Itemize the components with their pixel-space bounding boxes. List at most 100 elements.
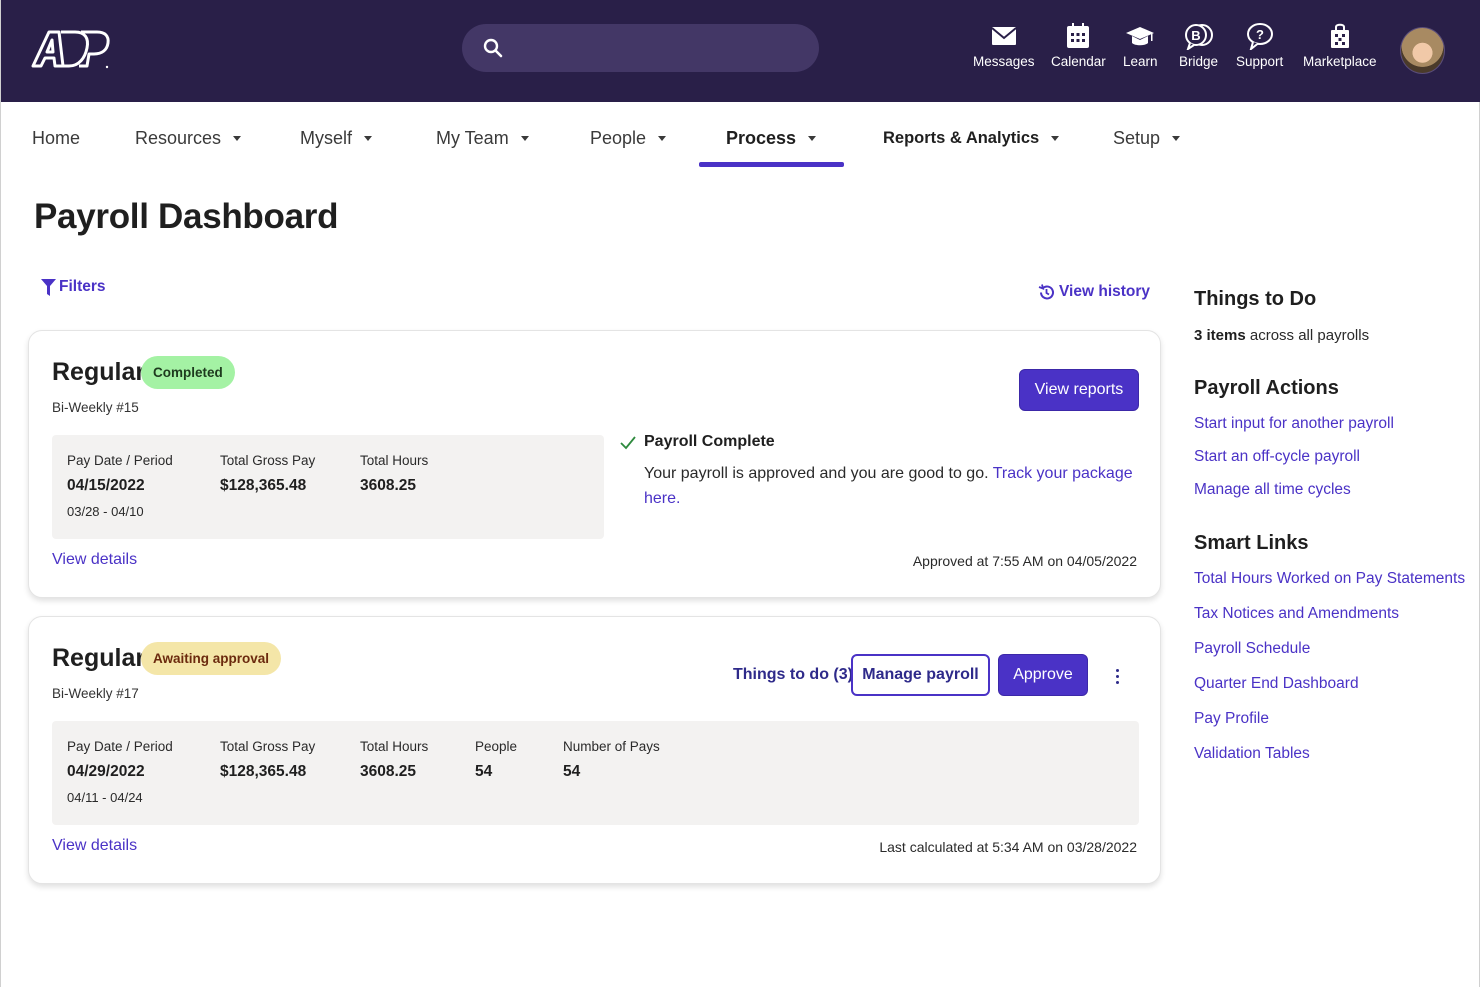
nav-label: My Team bbox=[436, 128, 509, 148]
nav-item-setup[interactable]: Setup bbox=[1113, 128, 1181, 149]
marketplace-label: Marketplace bbox=[1303, 54, 1377, 69]
manage-time-cycles-link[interactable]: Manage all time cycles bbox=[1194, 481, 1351, 499]
stat-number-of-pays: Number of Pays 54 bbox=[563, 739, 660, 781]
manage-payroll-button[interactable]: Manage payroll bbox=[851, 654, 990, 696]
payroll-subtitle: Bi-Weekly #15 bbox=[52, 400, 139, 415]
history-icon bbox=[1038, 283, 1054, 299]
payroll-actions-heading: Payroll Actions bbox=[1194, 377, 1339, 399]
off-cycle-payroll-link[interactable]: Start an off-cycle payroll bbox=[1194, 448, 1360, 466]
search-icon bbox=[483, 38, 503, 58]
graduation-cap-icon bbox=[1126, 27, 1155, 46]
stat-value: 04/29/2022 bbox=[67, 763, 145, 780]
smart-link-total-hours[interactable]: Total Hours Worked on Pay Statements bbox=[1194, 570, 1465, 588]
search-input[interactable] bbox=[462, 24, 819, 72]
nav-item-reports-analytics[interactable]: Reports & Analytics bbox=[883, 129, 1060, 148]
nav-label: People bbox=[590, 128, 647, 148]
more-options-icon[interactable] bbox=[1111, 665, 1123, 687]
nav-item-process[interactable]: Process bbox=[726, 128, 817, 149]
stat-label: Pay Date / Period bbox=[67, 453, 173, 468]
checkmark-icon bbox=[620, 436, 636, 450]
support-label: Support bbox=[1236, 54, 1284, 69]
nav-item-people[interactable]: People bbox=[590, 128, 667, 149]
things-to-do-link[interactable]: Things to do (3) bbox=[733, 666, 853, 684]
filters-label: Filters bbox=[59, 278, 106, 295]
message-title: Payroll Complete bbox=[644, 433, 775, 450]
svg-text:?: ? bbox=[1256, 27, 1264, 42]
view-reports-button[interactable]: View reports bbox=[1019, 369, 1139, 411]
things-suffix: across all payrolls bbox=[1245, 327, 1370, 344]
nav-label: Home bbox=[32, 128, 81, 148]
view-history-link[interactable]: View history bbox=[1038, 283, 1150, 301]
approve-button[interactable]: Approve bbox=[998, 654, 1088, 696]
smart-link-pay-profile[interactable]: Pay Profile bbox=[1194, 710, 1269, 728]
view-details-link[interactable]: View details bbox=[52, 837, 137, 855]
calendar-button[interactable]: Calendar bbox=[1051, 22, 1106, 69]
question-bubble-icon: ? bbox=[1246, 23, 1273, 50]
stat-pay-date: Pay Date / Period 04/29/2022 04/11 - 04/… bbox=[67, 739, 173, 805]
main-nav: Home Resources Myself My Team People Pro… bbox=[1, 102, 1480, 170]
status-badge: Awaiting approval bbox=[141, 642, 282, 675]
stat-gross-pay: Total Gross Pay $128,365.48 bbox=[220, 739, 315, 781]
nav-item-home[interactable]: Home bbox=[32, 128, 80, 149]
smart-link-quarter-end[interactable]: Quarter End Dashboard bbox=[1194, 675, 1359, 693]
smart-link-payroll-schedule[interactable]: Payroll Schedule bbox=[1194, 640, 1310, 658]
active-tab-indicator bbox=[699, 162, 844, 167]
payroll-title: Regular bbox=[52, 358, 146, 386]
nav-label: Reports & Analytics bbox=[883, 129, 1040, 147]
things-count: 3 items bbox=[1194, 327, 1246, 344]
start-input-link[interactable]: Start input for another payroll bbox=[1194, 415, 1394, 433]
payroll-title: Regular bbox=[52, 644, 146, 672]
user-avatar[interactable] bbox=[1400, 27, 1445, 74]
payroll-card-awaiting: Regular Awaiting approval Bi-Weekly #17 … bbox=[28, 616, 1161, 884]
nav-item-my-team[interactable]: My Team bbox=[436, 128, 529, 149]
nav-label: Myself bbox=[300, 128, 353, 148]
nav-item-myself[interactable]: Myself bbox=[300, 128, 373, 149]
message-text: Your payroll is approved and you are goo… bbox=[644, 461, 1134, 511]
stat-gross-pay: Total Gross Pay $128,365.48 bbox=[220, 453, 315, 495]
stat-value: 3608.25 bbox=[360, 763, 417, 780]
stat-label: Total Gross Pay bbox=[220, 453, 316, 468]
payroll-stats: Pay Date / Period 04/29/2022 04/11 - 04/… bbox=[52, 721, 1139, 825]
caret-down-icon bbox=[1172, 136, 1181, 141]
smart-link-validation-tables[interactable]: Validation Tables bbox=[1194, 745, 1310, 763]
payroll-card-completed: Regular Completed Bi-Weekly #15 View rep… bbox=[28, 330, 1161, 598]
calendar-icon bbox=[1067, 23, 1090, 48]
smart-link-tax-notices[interactable]: Tax Notices and Amendments bbox=[1194, 605, 1399, 623]
stat-value: 54 bbox=[563, 763, 581, 780]
bridge-label: Bridge bbox=[1179, 54, 1219, 69]
bridge-chat-icon: B bbox=[1184, 24, 1213, 50]
shopping-bag-icon bbox=[1330, 23, 1349, 48]
learn-button[interactable]: Learn bbox=[1123, 22, 1158, 69]
stat-value: 3608.25 bbox=[360, 477, 417, 494]
nav-item-resources[interactable]: Resources bbox=[135, 128, 242, 149]
marketplace-button[interactable]: Marketplace bbox=[1303, 22, 1377, 69]
bridge-button[interactable]: B Bridge bbox=[1179, 22, 1218, 69]
envelope-icon bbox=[991, 27, 1017, 45]
adp-logo[interactable] bbox=[29, 26, 111, 70]
stat-period: 03/28 - 04/10 bbox=[67, 504, 144, 519]
caret-down-icon bbox=[364, 136, 373, 141]
caret-down-icon bbox=[1051, 136, 1060, 141]
stat-period: 04/11 - 04/24 bbox=[67, 790, 143, 805]
stat-label: People bbox=[475, 739, 518, 754]
stat-total-hours: Total Hours 3608.25 bbox=[360, 739, 428, 781]
messages-label: Messages bbox=[973, 54, 1035, 69]
messages-button[interactable]: Messages bbox=[973, 22, 1035, 69]
stat-people: People 54 bbox=[475, 739, 517, 781]
calendar-label: Calendar bbox=[1051, 54, 1106, 69]
stat-value: $128,365.48 bbox=[220, 763, 307, 780]
last-calculated-timestamp: Last calculated at 5:34 AM on 03/28/2022 bbox=[879, 839, 1137, 855]
stat-label: Total Gross Pay bbox=[220, 739, 316, 754]
payroll-stats: Pay Date / Period 04/15/2022 03/28 - 04/… bbox=[52, 435, 604, 539]
smart-links-heading: Smart Links bbox=[1194, 532, 1309, 554]
approved-timestamp: Approved at 7:55 AM on 04/05/2022 bbox=[912, 553, 1137, 569]
stat-label: Total Hours bbox=[360, 739, 429, 754]
things-to-do-summary: 3 items across all payrolls bbox=[1194, 327, 1369, 344]
filters-button[interactable]: Filters bbox=[41, 278, 106, 296]
stat-label: Number of Pays bbox=[563, 739, 660, 754]
stat-label: Pay Date / Period bbox=[67, 739, 173, 754]
view-details-link[interactable]: View details bbox=[52, 551, 137, 569]
nav-label: Resources bbox=[135, 128, 222, 148]
things-to-do-heading: Things to Do bbox=[1194, 288, 1317, 310]
support-button[interactable]: ? Support bbox=[1236, 22, 1283, 69]
